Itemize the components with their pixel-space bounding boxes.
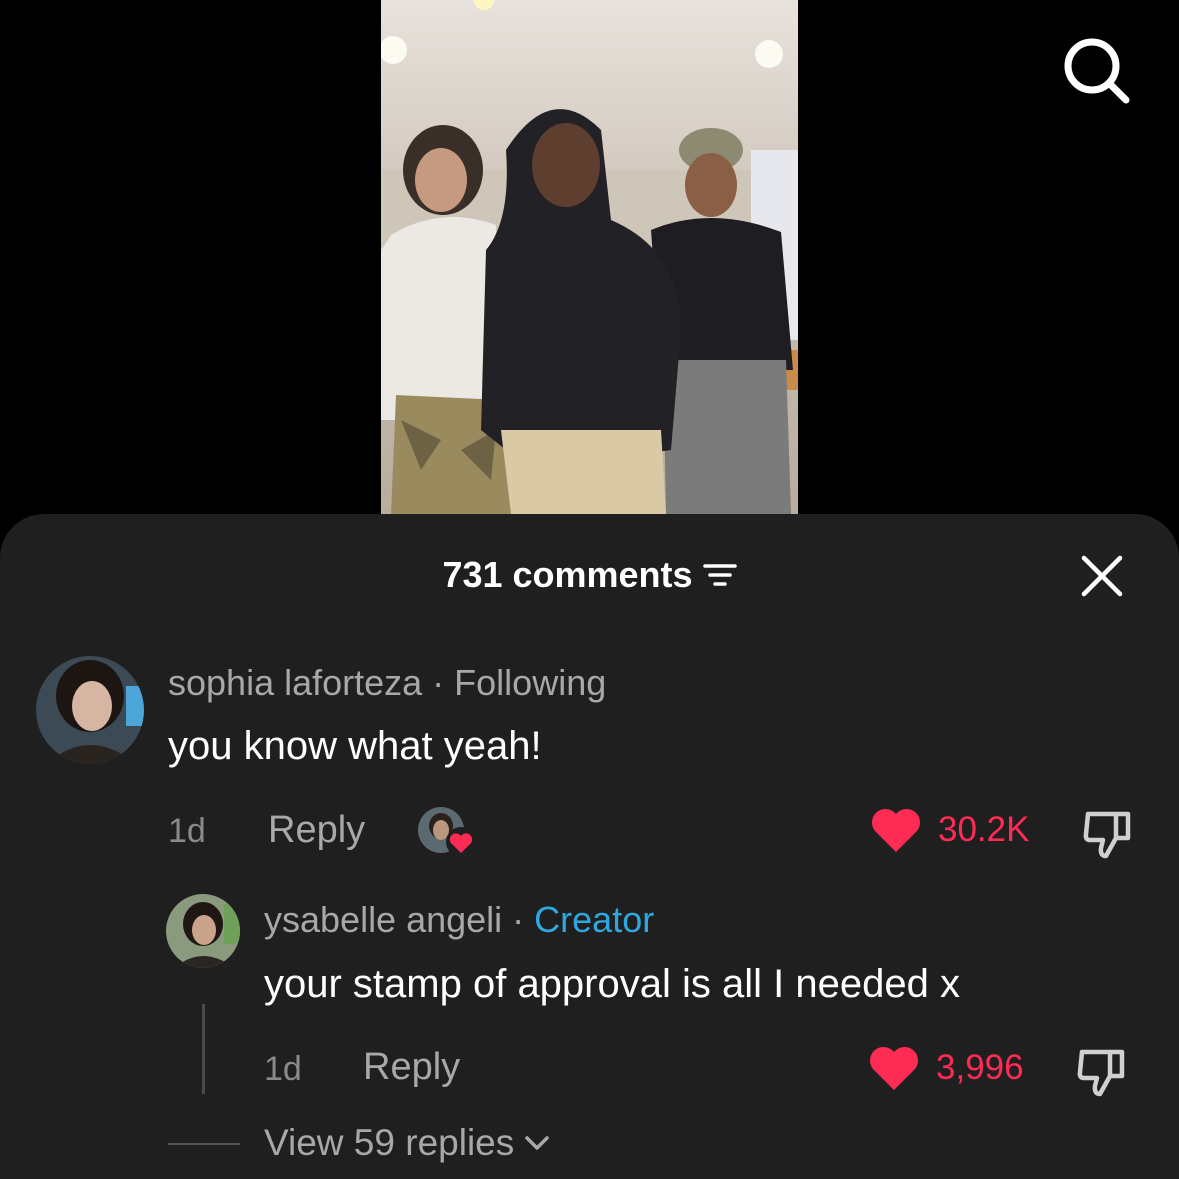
avatar[interactable] <box>166 894 240 968</box>
username-separator: · <box>502 899 535 940</box>
reply-username[interactable]: ysabelle angeli <box>264 899 502 940</box>
like-count: 30.2K <box>938 810 1030 849</box>
close-icon <box>1081 555 1123 597</box>
comment-username[interactable]: sophia laforteza <box>168 662 422 703</box>
avatar[interactable] <box>36 656 144 764</box>
view-replies-rule <box>168 1143 240 1145</box>
search-icon <box>1064 38 1130 104</box>
comment-age: 1d <box>168 812 206 850</box>
reply-button[interactable]: Reply <box>363 1046 460 1089</box>
like-count: 3,996 <box>936 1048 1024 1087</box>
like-button[interactable]: 30.2K <box>870 806 1029 854</box>
view-replies-label: View 59 replies <box>264 1122 515 1163</box>
dislike-icon[interactable] <box>1076 1046 1130 1100</box>
heart-icon <box>871 808 921 852</box>
search-button[interactable] <box>1060 34 1132 106</box>
following-tag: Following <box>454 662 607 703</box>
filter-icon[interactable] <box>702 562 737 588</box>
creator-liked-badge <box>417 806 477 858</box>
view-replies-button[interactable]: View 59 replies <box>264 1122 550 1164</box>
reply-username-line: ysabelle angeli · Creator <box>264 899 654 941</box>
thread-line <box>202 1004 205 1094</box>
reply-button[interactable]: Reply <box>268 809 365 852</box>
video-thumbnail[interactable] <box>381 0 798 514</box>
creator-tag: Creator <box>534 899 655 940</box>
chevron-down-icon <box>525 1136 549 1150</box>
reply-age: 1d <box>264 1050 302 1088</box>
comment-text: you know what yeah! <box>168 724 542 768</box>
like-button[interactable]: 3,996 <box>868 1044 1024 1092</box>
close-button[interactable] <box>1080 554 1124 598</box>
video-area <box>0 0 1179 514</box>
dislike-icon[interactable] <box>1082 808 1136 862</box>
comments-sheet: 731 comments sophia laforteza · Followin… <box>0 514 1179 1179</box>
comments-header: 731 comments <box>0 554 1179 598</box>
reply-text: your stamp of approval is all I needed x <box>264 962 960 1006</box>
comment-count: 731 comments <box>442 554 693 595</box>
video-image <box>381 0 798 514</box>
heart-icon <box>869 1046 919 1090</box>
comment-username-line: sophia laforteza · Following <box>168 662 606 704</box>
username-separator: · <box>422 662 455 703</box>
